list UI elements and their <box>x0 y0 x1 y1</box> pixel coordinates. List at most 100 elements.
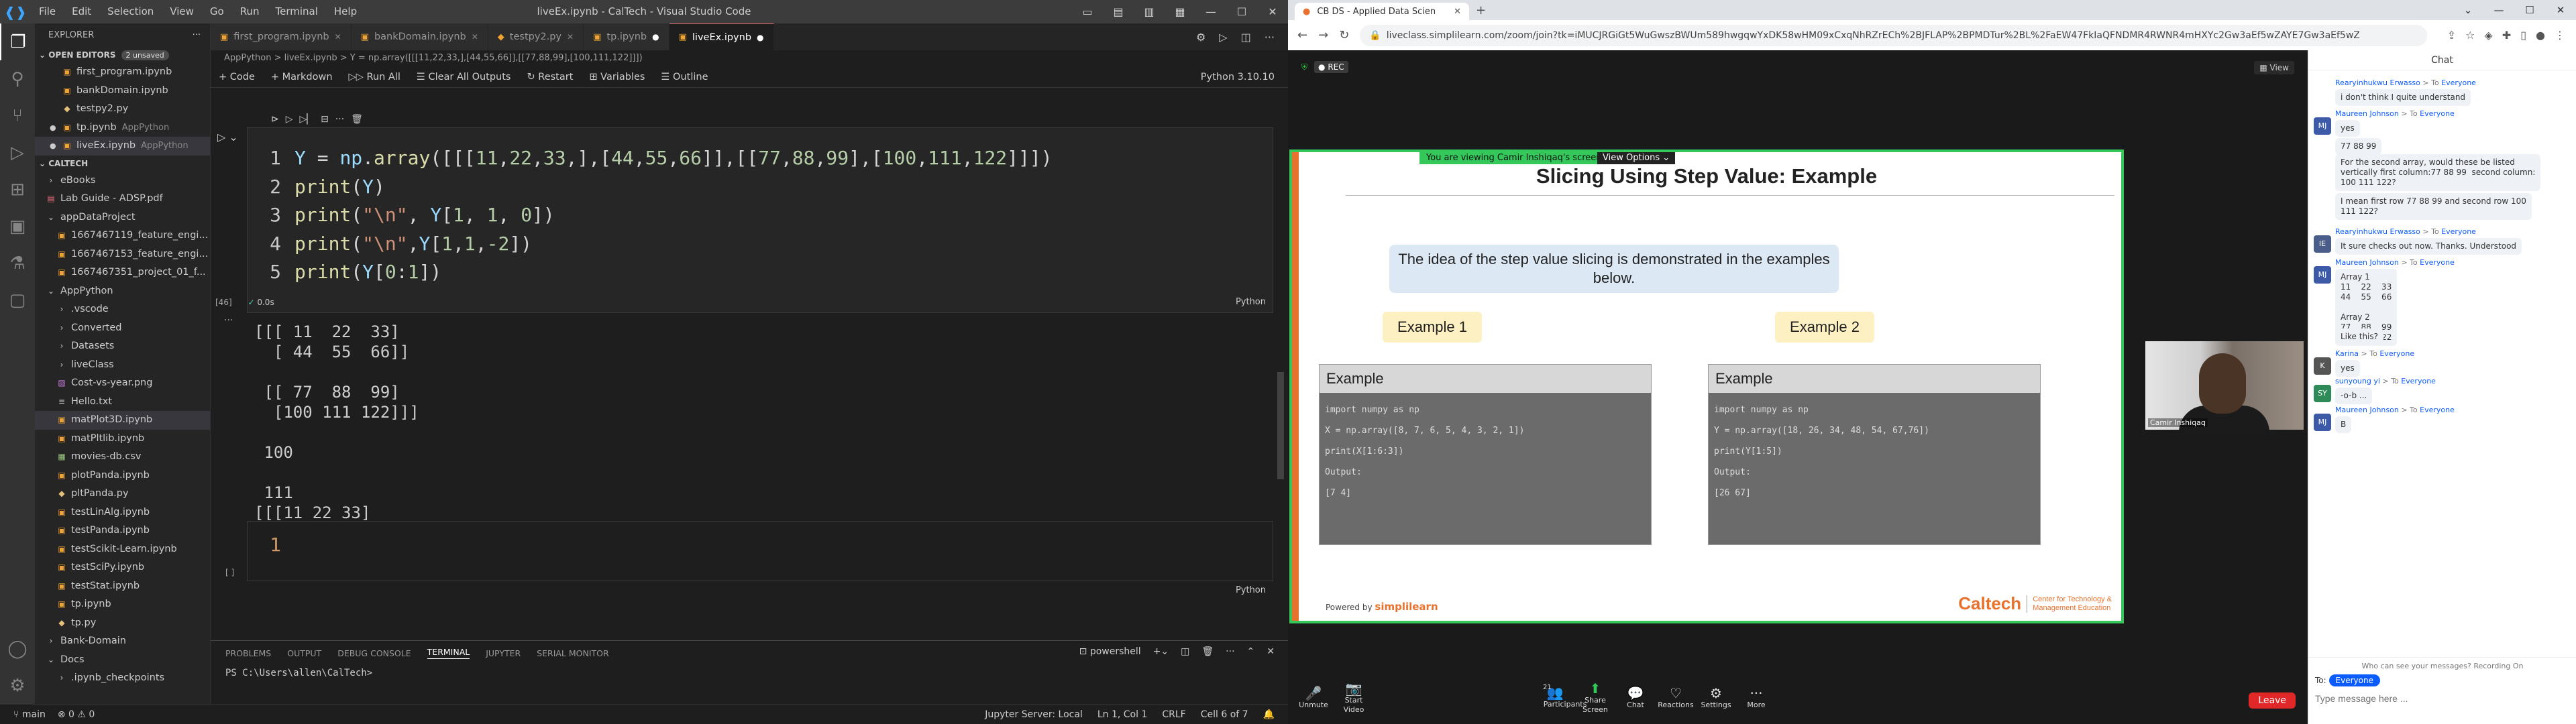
puzzle-icon[interactable]: ✚ <box>2502 29 2511 42</box>
chat-bubble[interactable]: -o-b ... <box>2335 387 2373 404</box>
menu-item-file[interactable]: File <box>31 0 64 23</box>
empty-code-cell[interactable]: 1 Python <box>247 521 1273 595</box>
file-tree-item[interactable]: ▣ matPltlib.ipynb <box>35 430 210 448</box>
file-tree-item[interactable]: ▣ testSciPy.ipynb <box>35 558 210 577</box>
execute-cell-icon[interactable]: ▷ ⌄ <box>217 131 238 143</box>
chat-bubble[interactable]: I mean first row 77 88 99 and second row… <box>2335 193 2532 220</box>
file-tree-item[interactable]: ▣ 1667467153_feature_engi... <box>35 245 210 264</box>
maximize-icon[interactable]: ☐ <box>1226 5 1257 18</box>
code-cell[interactable]: 1 Y = np.array([[[11,22,33,],[44,55,66]],… <box>215 127 1273 313</box>
file-tree-item[interactable]: ▣ plotPanda.ipynb <box>35 467 210 485</box>
file-tree-item[interactable]: ▤ Lab Guide - ADSP.pdf <box>35 190 210 208</box>
open-editors-section[interactable]: ⌄ OPEN EDITORS 2 unsaved <box>35 47 210 63</box>
kill-terminal-icon[interactable]: 🗑 <box>1201 646 1214 657</box>
editor-tab[interactable]: ▣ liveEx.ipynb ● <box>669 23 774 50</box>
new-tab-icon[interactable]: + <box>1476 3 1486 17</box>
editor-tab[interactable]: ◆ testpy2.py ✕ <box>488 23 584 50</box>
notebook-toolbar-code[interactable]: + Code <box>219 72 255 82</box>
toolbar-unmute-button[interactable]: 🎤 Unmute <box>1293 686 1334 710</box>
notebook-toolbar-outline[interactable]: ☰ Outline <box>661 72 708 82</box>
code-line[interactable]: 2 print(Y) <box>248 173 1273 202</box>
notebook-toolbar-run-all[interactable]: ▷▷ Run All <box>349 72 400 82</box>
run-by-line-icon[interactable]: ⊳ <box>271 114 279 125</box>
run-below-icon[interactable]: ▷▏ <box>300 114 315 125</box>
workspace-section[interactable]: ⌄ CALTECH <box>35 156 210 172</box>
customize-layout-icon[interactable]: ▦ <box>1165 5 1195 18</box>
run-above-icon[interactable]: ▷ <box>286 114 293 125</box>
file-tree-item[interactable]: ▣ testStat.ipynb <box>35 577 210 596</box>
open-editor-item[interactable]: ▣ bankDomain.ipynb <box>35 82 210 101</box>
chat-bubble[interactable]: B <box>2335 416 2352 433</box>
notebook-toolbar-variables[interactable]: ⊞ Variables <box>589 72 645 82</box>
leave-button[interactable]: Leave <box>2249 692 2296 709</box>
code-line[interactable]: 4 print("\n",Y[1,1,-2]) <box>248 230 1273 259</box>
url-bar[interactable]: 🔒 liveclass.simplilearn.com/zoom/join?tk=… <box>1360 24 2427 46</box>
toolbar-settings-button[interactable]: ⚙ Settings <box>1696 686 1736 710</box>
code-editor[interactable]: 1 Y = np.array([[[11,22,33,],[44,55,66]],… <box>248 128 1273 287</box>
status-item[interactable]: Cell 6 of 7 <box>1201 709 1248 720</box>
file-tree-item[interactable]: › .ipynb_checkpoints <box>35 669 210 688</box>
terminal-profile[interactable]: ⊡ powershell <box>1079 646 1141 657</box>
delete-cell-icon[interactable]: 🗑 <box>351 114 363 125</box>
panel-tab-output[interactable]: OUTPUT <box>287 648 321 658</box>
minimize-icon[interactable]: — <box>1195 5 1226 18</box>
split-cell-icon[interactable]: ⊟ <box>321 114 329 125</box>
chat-bubble[interactable]: It sure checks out now. Thanks. Understo… <box>2335 238 2522 255</box>
notebook-toolbar-clear-all-outputs[interactable]: ☰ Clear All Outputs <box>417 72 511 82</box>
file-tree-item[interactable]: ▣ testScikit-Learn.ipynb <box>35 540 210 559</box>
file-tree-item[interactable]: ▦ movies-db.csv <box>35 448 210 467</box>
toolbar-share-screen-button[interactable]: ⬆ Share Screen <box>1575 682 1615 715</box>
maximize-icon[interactable]: ☐ <box>2514 4 2545 16</box>
file-tree-item[interactable]: › .vscode <box>35 300 210 319</box>
sidebar-toggle-icon[interactable]: ▥ <box>1134 5 1165 18</box>
output-more-icon[interactable]: ··· <box>224 315 233 326</box>
open-editor-item[interactable]: ● ▣ tp.ipynb AppPython <box>35 119 210 137</box>
file-tree-item[interactable]: ▨ Cost-vs-year.png <box>35 374 210 393</box>
explorer-icon[interactable]: ❐ <box>0 23 35 60</box>
chat-bubble[interactable]: i don't think I quite understand <box>2335 89 2471 106</box>
menu-item-run[interactable]: Run <box>232 0 268 23</box>
notebook-toolbar-restart[interactable]: ↻ Restart <box>527 72 574 82</box>
menu-item-go[interactable]: Go <box>202 0 232 23</box>
file-tree-item[interactable]: › liveClass <box>35 356 210 375</box>
search-icon[interactable]: ⚲ <box>0 60 35 97</box>
chat-bubble[interactable]: yes <box>2335 360 2360 377</box>
chat-visibility-note[interactable]: Who can see your messages? Recording On <box>2308 658 2576 670</box>
settings-icon[interactable]: ⚙ <box>1196 31 1205 44</box>
terminal-prompt[interactable]: PS C:\Users\allen\CalTech> <box>211 668 1288 678</box>
panel-tab-debug-console[interactable]: DEBUG CONSOLE <box>337 648 411 658</box>
toolbar-participants-button[interactable]: 👥 21Participants <box>1535 684 1587 710</box>
view-options-button[interactable]: View Options ⌄ <box>1597 152 1676 164</box>
open-editor-item[interactable]: ▣ first_program.ipynb <box>35 63 210 82</box>
toolbar-more-button[interactable]: ··· More <box>1736 686 1776 710</box>
file-tree-item[interactable]: ▣ testLinAlg.ipynb <box>35 503 210 522</box>
code-line[interactable]: 1 Y = np.array([[[11,22,33,],[44,55,66]],… <box>248 144 1273 173</box>
status-item[interactable]: CRLF <box>1162 709 1185 720</box>
split-editor-icon[interactable]: ◫ <box>1241 31 1251 44</box>
new-terminal-icon[interactable]: +⌄ <box>1153 646 1169 657</box>
source-control-icon[interactable]: ⑂ <box>0 97 35 134</box>
file-tree-item[interactable]: › Bank-Domain <box>35 632 210 651</box>
toolbar-reactions-button[interactable]: ♡ Reactions <box>1656 686 1696 710</box>
menu-item-selection[interactable]: Selection <box>99 0 162 23</box>
code-line[interactable]: 3 print("\n", Y[1, 1, 0]) <box>248 201 1273 230</box>
file-tree-item[interactable]: ◆ pltPanda.py <box>35 485 210 503</box>
status-item[interactable]: Ln 1, Col 1 <box>1097 709 1148 720</box>
jupyter-icon[interactable]: ▢ <box>0 282 35 318</box>
file-tree-item[interactable]: › eBooks <box>35 172 210 190</box>
run-icon[interactable]: ▷ <box>1219 31 1227 44</box>
file-tree-item[interactable]: ⌄ AppPython <box>35 282 210 301</box>
menu-item-help[interactable]: Help <box>326 0 365 23</box>
unsaved-dot-icon[interactable]: ● <box>652 32 659 42</box>
file-tree-item[interactable]: ◆ tp.py <box>35 614 210 633</box>
chat-input[interactable] <box>2308 690 2550 707</box>
unsaved-dot-icon[interactable]: ● <box>757 33 763 42</box>
panel-tab-jupyter[interactable]: JUPYTER <box>486 648 521 658</box>
editor-tab[interactable]: ▣ tp.ipynb ● <box>584 23 669 50</box>
minimize-icon[interactable]: — <box>2483 4 2514 16</box>
tab-close-icon[interactable]: ✕ <box>1454 7 1461 17</box>
reload-icon[interactable]: ↻ <box>1339 28 1349 42</box>
open-editor-item[interactable]: ◆ testpy2.py <box>35 100 210 119</box>
toolbar-start-video-button[interactable]: 📷 Start Video <box>1334 682 1374 715</box>
code-line[interactable]: 5 print(Y[0:1]) <box>248 258 1273 287</box>
